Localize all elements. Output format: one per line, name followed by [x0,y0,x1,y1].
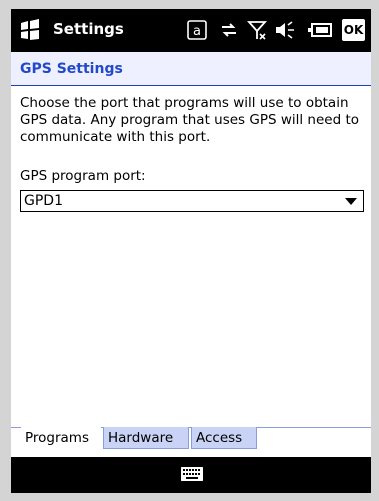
tab-access[interactable]: Access [191,427,257,449]
screen: Settings a OK GPS Settings Choose the po… [11,9,371,493]
gps-port-dropdown[interactable]: GPD1 [20,190,364,212]
ok-button[interactable]: OK [342,19,365,41]
battery-icon[interactable] [306,19,334,41]
tab-hardware[interactable]: Hardware [103,427,189,449]
app-title: Settings [53,20,124,38]
description-text: Choose the port that programs will use t… [20,95,359,145]
input-method-icon[interactable]: a [186,19,208,41]
tab-bar: Programs Hardware Access [11,427,371,457]
device-frame: Settings a OK GPS Settings Choose the po… [0,0,379,501]
svg-text:a: a [193,24,201,39]
bottom-bar [11,457,371,493]
keyboard-icon[interactable] [181,467,203,481]
port-value: GPD1 [24,193,63,209]
connectivity-icon[interactable] [218,19,240,41]
start-icon[interactable] [19,18,41,42]
content-area: Choose the port that programs will use t… [20,95,364,146]
signal-off-icon[interactable] [246,19,268,41]
volume-icon[interactable] [273,19,297,41]
chevron-down-icon[interactable] [345,198,357,205]
page-title: GPS Settings [20,61,123,77]
page-header: GPS Settings [11,52,371,86]
tab-programs[interactable]: Programs [21,427,101,449]
title-bar: Settings a OK [11,9,371,52]
port-label: GPS program port: [20,168,146,184]
